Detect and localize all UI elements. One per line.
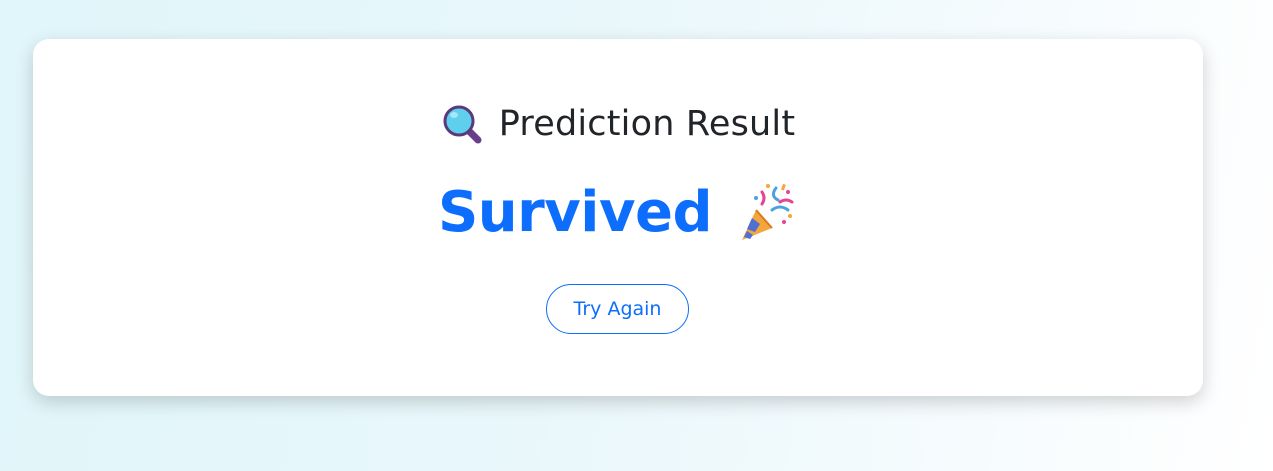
party-popper-icon <box>738 182 798 244</box>
magnifying-glass-icon <box>441 103 483 145</box>
prediction-result-text: Survived <box>437 180 713 245</box>
result-row: Survived <box>33 182 1203 244</box>
try-again-button[interactable]: Try Again <box>546 284 689 334</box>
title-row: Prediction Result <box>33 103 1203 145</box>
page-title: Prediction Result <box>498 104 796 144</box>
prediction-result-card: Prediction Result Survived Try Again <box>33 39 1203 396</box>
